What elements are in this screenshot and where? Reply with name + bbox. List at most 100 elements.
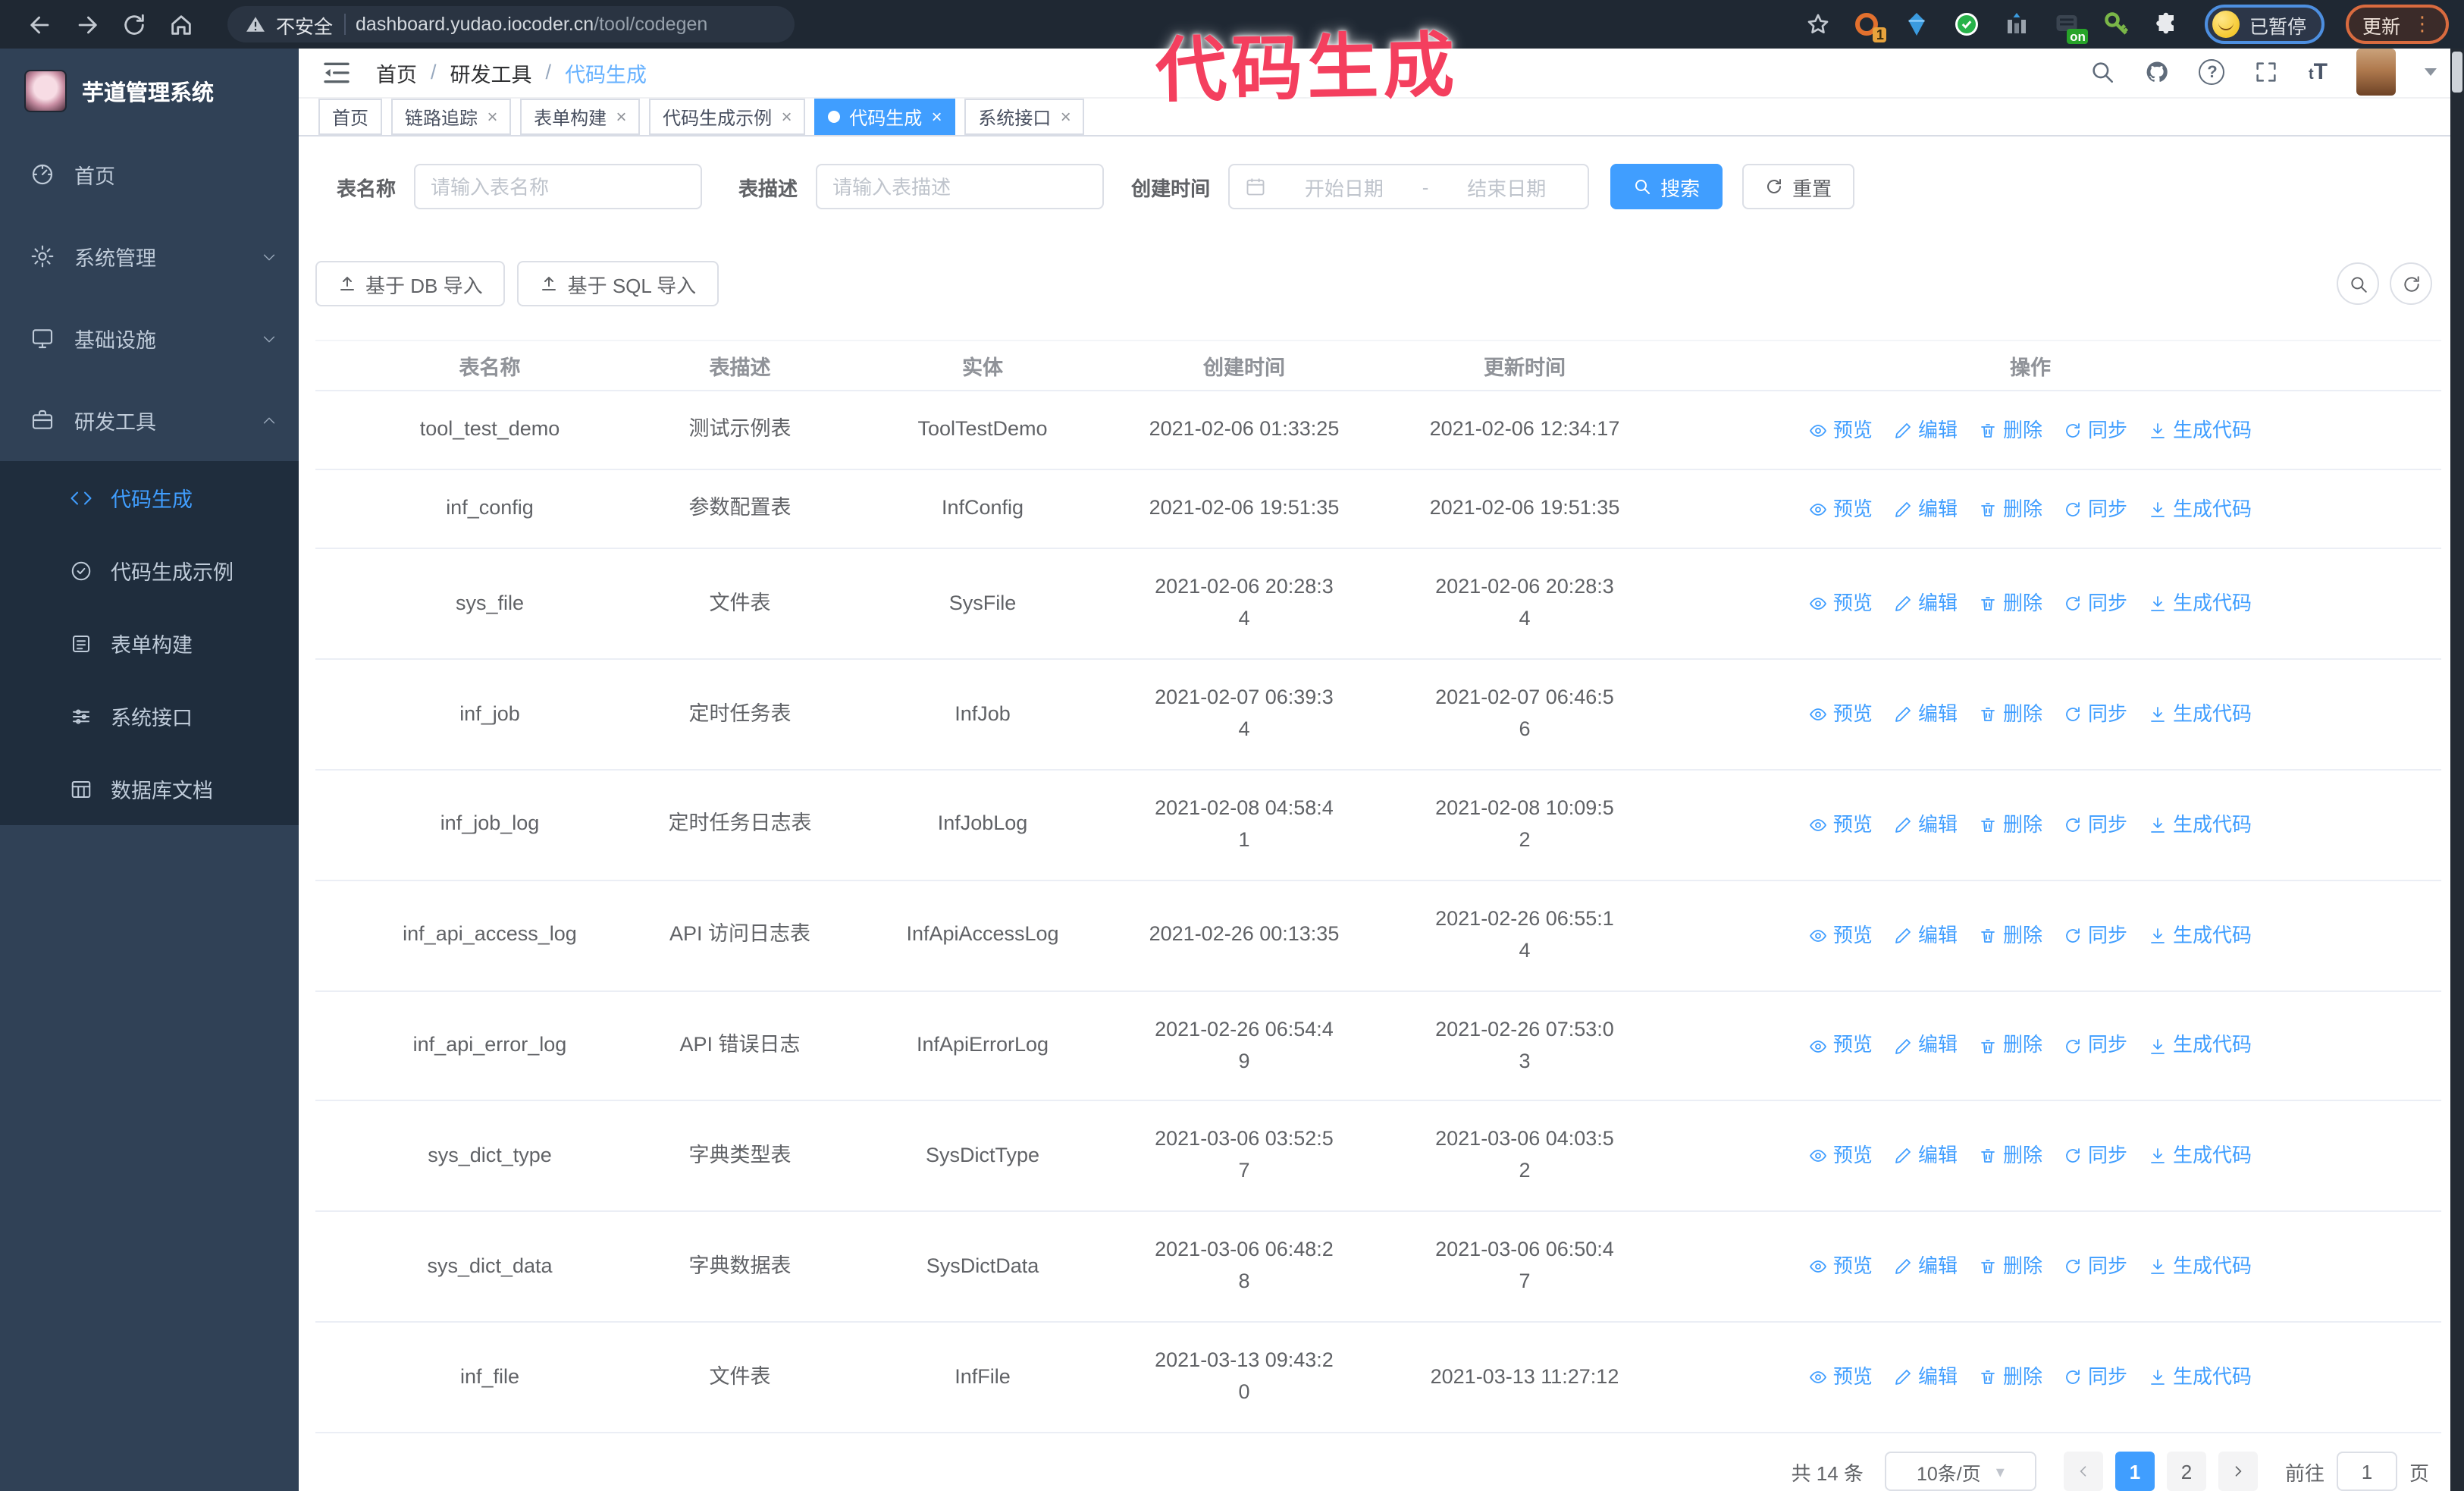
home-icon[interactable] [168, 11, 194, 37]
edit-link[interactable]: 编辑 [1894, 1141, 1958, 1172]
fullscreen-icon[interactable] [2254, 60, 2280, 86]
date-range-picker[interactable]: 开始日期 - 结束日期 [1228, 164, 1590, 210]
sidebar-item-infra[interactable]: 基础设施 [0, 297, 299, 379]
tab[interactable]: 表单构建 × [520, 99, 641, 135]
browser-update-button[interactable]: 更新 ⋮ [2345, 5, 2449, 44]
sidebar-item-home[interactable]: 首页 [0, 133, 299, 215]
sync-link[interactable]: 同步 [2064, 416, 2127, 446]
search-icon[interactable] [2090, 60, 2116, 86]
delete-link[interactable]: 删除 [1979, 1362, 2042, 1392]
bookmark-star-icon[interactable] [1807, 12, 1831, 36]
sync-link[interactable]: 同步 [2064, 699, 2127, 730]
extension-gem-icon[interactable] [1904, 11, 1931, 38]
app-logo[interactable]: 芋道管理系统 [0, 49, 299, 133]
import-sql-button[interactable]: 基于 SQL 导入 [517, 261, 719, 307]
preview-link[interactable]: 预览 [1809, 810, 1873, 840]
preview-link[interactable]: 预览 [1809, 589, 1873, 619]
reload-icon[interactable] [121, 11, 147, 37]
import-db-button[interactable]: 基于 DB 导入 [315, 261, 506, 307]
browser-menu-dots-icon[interactable]: ⋮ [2412, 12, 2432, 36]
user-avatar[interactable] [2356, 49, 2396, 96]
sidebar-item-db-doc[interactable]: 数据库文档 [0, 752, 299, 825]
edit-link[interactable]: 编辑 [1894, 920, 1958, 950]
sidebar-item-system-api[interactable]: 系统接口 [0, 680, 299, 752]
tab[interactable]: 系统接口 × [964, 99, 1085, 135]
scrollbar-thumb[interactable] [2452, 52, 2462, 93]
tab-close-icon[interactable]: × [1060, 108, 1071, 126]
generate-code-link[interactable]: 生成代码 [2149, 810, 2252, 840]
collapse-sidebar-icon[interactable] [321, 58, 352, 88]
extension-key-icon[interactable] [2104, 11, 2131, 38]
page-button-1[interactable]: 1 [2114, 1452, 2155, 1491]
delete-link[interactable]: 删除 [1979, 1141, 2042, 1172]
sync-link[interactable]: 同步 [2064, 1251, 2127, 1282]
delete-link[interactable]: 删除 [1979, 699, 2042, 730]
sidebar-item-system[interactable]: 系统管理 [0, 215, 299, 297]
generate-code-link[interactable]: 生成代码 [2149, 920, 2252, 950]
breadcrumb-home[interactable]: 首页 [376, 58, 417, 88]
preview-link[interactable]: 预览 [1809, 494, 1873, 524]
extension-green-shield-icon[interactable] [1954, 11, 1981, 38]
generate-code-link[interactable]: 生成代码 [2149, 1362, 2252, 1392]
forward-icon[interactable] [74, 11, 100, 37]
tab[interactable]: 代码生成 × [814, 99, 956, 135]
search-button[interactable]: 搜索 [1610, 164, 1723, 210]
breadcrumb-devtools[interactable]: 研发工具 [450, 58, 532, 88]
generate-code-link[interactable]: 生成代码 [2149, 589, 2252, 619]
generate-code-link[interactable]: 生成代码 [2149, 1141, 2252, 1172]
edit-link[interactable]: 编辑 [1894, 699, 1958, 730]
generate-code-link[interactable]: 生成代码 [2149, 1031, 2252, 1061]
sidebar-item-codegen[interactable]: 代码生成 [0, 461, 299, 534]
toggle-search-button[interactable] [2337, 262, 2379, 306]
preview-link[interactable]: 预览 [1809, 1362, 1873, 1392]
sync-link[interactable]: 同步 [2064, 920, 2127, 950]
delete-link[interactable]: 删除 [1979, 1251, 2042, 1282]
profile-paused-pill[interactable]: 已暂停 [2205, 5, 2324, 44]
tab[interactable]: 链路追踪 × [391, 99, 512, 135]
refresh-table-button[interactable] [2390, 262, 2432, 306]
sync-link[interactable]: 同步 [2064, 1141, 2127, 1172]
font-size-icon[interactable]: tT [2309, 60, 2328, 86]
preview-link[interactable]: 预览 [1809, 1031, 1873, 1061]
generate-code-link[interactable]: 生成代码 [2149, 416, 2252, 446]
delete-link[interactable]: 删除 [1979, 920, 2042, 950]
delete-link[interactable]: 删除 [1979, 494, 2042, 524]
address-bar[interactable]: 不安全 dashboard.yudao.iocoder.cn/tool/code… [227, 6, 795, 42]
generate-code-link[interactable]: 生成代码 [2149, 1251, 2252, 1282]
help-icon[interactable]: ? [2199, 59, 2225, 86]
delete-link[interactable]: 删除 [1979, 810, 2042, 840]
preview-link[interactable]: 预览 [1809, 1251, 1873, 1282]
edit-link[interactable]: 编辑 [1894, 589, 1958, 619]
sync-link[interactable]: 同步 [2064, 1031, 2127, 1061]
sync-link[interactable]: 同步 [2064, 494, 2127, 524]
generate-code-link[interactable]: 生成代码 [2149, 494, 2252, 524]
sync-link[interactable]: 同步 [2064, 1362, 2127, 1392]
sidebar-item-codegen-example[interactable]: 代码生成示例 [0, 534, 299, 607]
tab-close-icon[interactable]: × [781, 108, 792, 126]
prev-page-button[interactable] [2063, 1452, 2103, 1491]
github-icon[interactable] [2145, 60, 2171, 86]
edit-link[interactable]: 编辑 [1894, 810, 1958, 840]
extension-orange-icon[interactable]: 1 [1854, 11, 1887, 42]
delete-link[interactable]: 删除 [1979, 416, 2042, 446]
generate-code-link[interactable]: 生成代码 [2149, 699, 2252, 730]
preview-link[interactable]: 预览 [1809, 416, 1873, 446]
reset-button[interactable]: 重置 [1742, 164, 1855, 210]
avatar-caret-icon[interactable] [2425, 68, 2437, 77]
extension-sliders-icon[interactable] [2004, 11, 2031, 38]
extension-dark-box-icon[interactable]: on [2054, 11, 2089, 44]
page-button-2[interactable]: 2 [2166, 1452, 2206, 1491]
tab-close-icon[interactable]: × [931, 108, 942, 126]
preview-link[interactable]: 预览 [1809, 920, 1873, 950]
table-desc-input[interactable] [816, 164, 1105, 210]
preview-link[interactable]: 预览 [1809, 1141, 1873, 1172]
table-name-input[interactable] [414, 164, 703, 210]
edit-link[interactable]: 编辑 [1894, 494, 1958, 524]
page-size-select[interactable]: 10条/页 ▾ [1884, 1452, 2036, 1491]
tab-close-icon[interactable]: × [487, 108, 497, 126]
sync-link[interactable]: 同步 [2064, 589, 2127, 619]
scrollbar-track[interactable] [2450, 49, 2464, 1491]
sidebar-item-form-builder[interactable]: 表单构建 [0, 607, 299, 680]
tab[interactable]: 首页 [318, 99, 383, 135]
edit-link[interactable]: 编辑 [1894, 416, 1958, 446]
